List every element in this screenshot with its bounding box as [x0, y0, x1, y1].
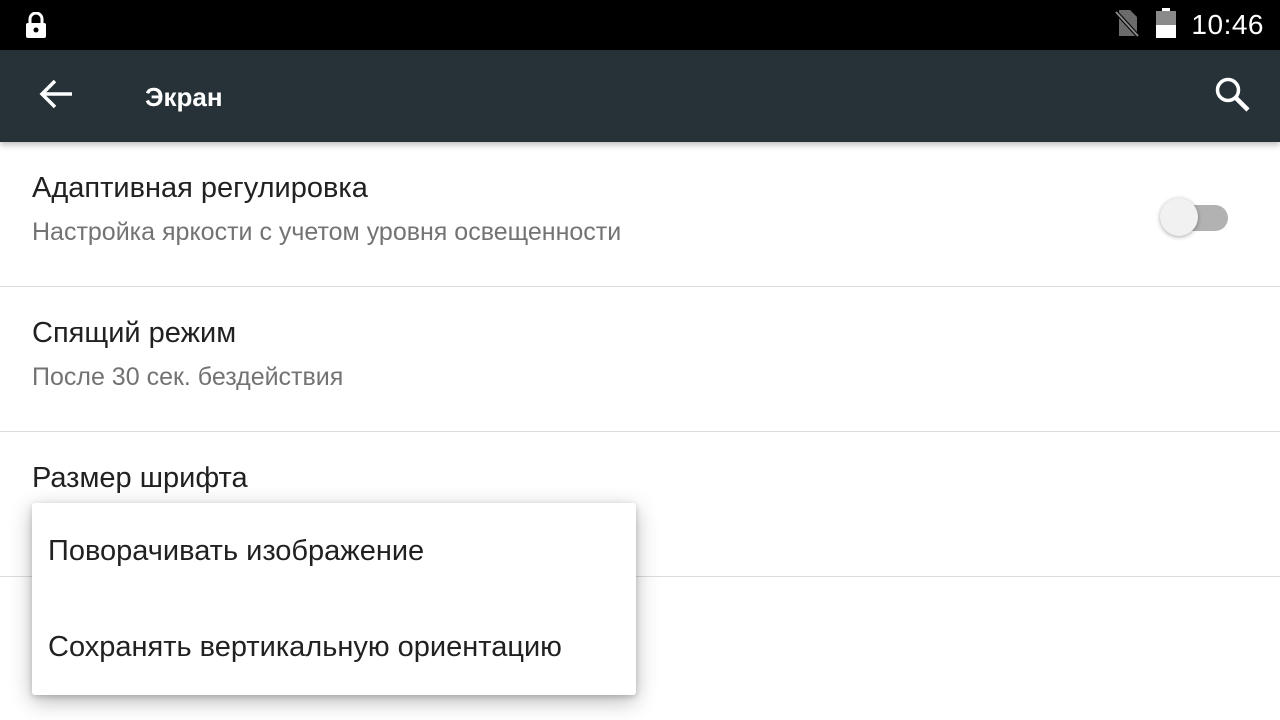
- lock-icon: [24, 11, 48, 38]
- no-sim-icon: [1113, 8, 1141, 43]
- rotation-popup-menu: Поворачивать изображение Сохранять верти…: [32, 503, 636, 695]
- setting-summary: После 30 сек. бездействия: [32, 363, 344, 391]
- setting-summary: Настройка яркости с учетом уровня освеще…: [32, 218, 622, 246]
- setting-title: Спящий режим: [32, 317, 237, 349]
- toggle-thumb: [1160, 198, 1198, 236]
- menu-item-rotate-screen[interactable]: Поворачивать изображение: [32, 503, 636, 599]
- setting-sleep[interactable]: Спящий режим После 30 сек. бездействия: [0, 287, 1280, 432]
- menu-item-keep-portrait[interactable]: Сохранять вертикальную ориентацию: [32, 599, 636, 695]
- page-title: Экран: [145, 82, 223, 112]
- app-toolbar: Экран: [0, 50, 1280, 142]
- search-button[interactable]: [1204, 70, 1260, 122]
- setting-title: Размер шрифта: [32, 462, 248, 494]
- status-icons: 10:46: [1113, 0, 1264, 50]
- status-bar: 10:46: [0, 0, 1280, 50]
- back-button[interactable]: [28, 72, 84, 120]
- status-time: 10:46: [1191, 9, 1264, 40]
- search-icon: [1213, 75, 1251, 118]
- battery-icon: [1155, 7, 1177, 43]
- menu-item-label: Поворачивать изображение: [48, 535, 425, 567]
- adaptive-brightness-toggle[interactable]: [1160, 193, 1230, 236]
- menu-item-label: Сохранять вертикальную ориентацию: [48, 631, 562, 663]
- setting-adaptive-brightness[interactable]: Адаптивная регулировка Настройка яркости…: [0, 142, 1280, 287]
- setting-title: Адаптивная регулировка: [32, 172, 368, 204]
- arrow-back-icon: [38, 78, 74, 115]
